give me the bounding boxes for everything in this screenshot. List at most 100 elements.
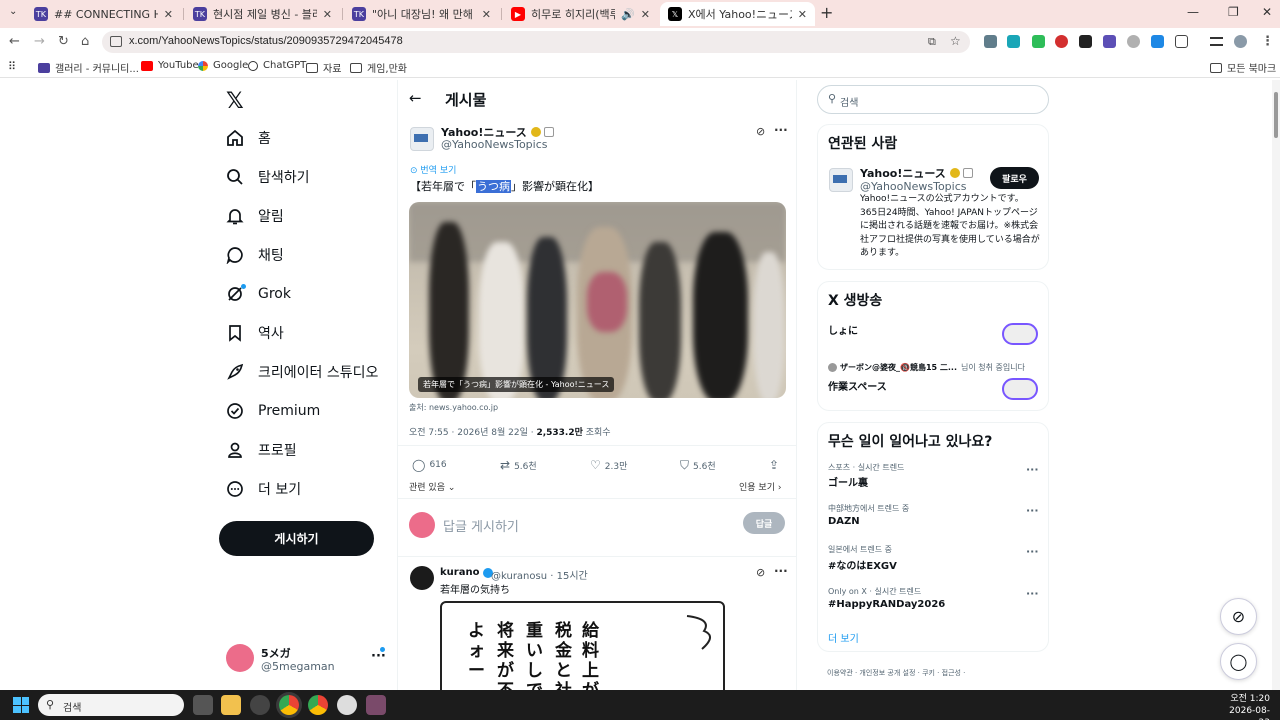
reply-author-handle[interactable]: @kuranosu · 15시간 [491, 567, 588, 582]
nav-item-notifications[interactable]: 알림 [226, 203, 284, 229]
bookmark-folder[interactable]: 게임,만화 [350, 60, 407, 75]
grok-icon[interactable]: ⊘ [756, 566, 765, 579]
tab-search-icon[interactable]: ⌄ [9, 6, 17, 17]
back-icon[interactable]: ← [9, 34, 20, 49]
scrollbar-thumb[interactable] [1274, 92, 1278, 138]
share-button[interactable]: ⇪ [769, 458, 783, 472]
quote-view-link[interactable]: 인용 보기 › [739, 480, 781, 493]
media-control-icon[interactable] [1210, 37, 1223, 46]
manga-image[interactable]: 給料上が 税金と社 重いしで 将来が不 よォー [440, 601, 725, 690]
bookmark-item[interactable]: YouTube [141, 60, 199, 71]
related-dropdown[interactable]: 관련 있음 ⌄ [409, 480, 455, 493]
tab-close-icon[interactable]: ✕ [798, 8, 807, 21]
show-more-link[interactable]: 더 보기 [828, 630, 859, 645]
bookmark-item[interactable]: 갤러리 - 커뮤니티... [38, 60, 139, 75]
nav-item-creator-studio[interactable]: 크리에이터 스튜디오 [226, 359, 378, 385]
reply-button[interactable]: ◯ 616 [412, 458, 447, 472]
nav-item-history[interactable]: 역사 [226, 320, 284, 346]
site-info-icon[interactable] [110, 36, 122, 47]
adblock-icon[interactable] [1055, 35, 1068, 48]
footer-links[interactable]: 이용약관 · 개인정보 공개 설정 · 쿠키 · 접근성 · [827, 668, 965, 678]
tab-close-icon[interactable]: ✕ [482, 8, 491, 21]
avatar[interactable] [410, 127, 434, 151]
bookmark-button[interactable]: ⛉ 5.6천 [680, 458, 716, 473]
tab-close-icon[interactable]: ✕ [164, 8, 173, 21]
home-icon[interactable]: ⌂ [81, 34, 89, 49]
app-icon[interactable] [337, 695, 357, 715]
nav-item-more[interactable]: 더 보기 [226, 476, 301, 502]
live-avatars[interactable] [1002, 323, 1038, 345]
more-dots-icon[interactable]: ··· [1026, 504, 1039, 517]
tab-3[interactable]: TK "아니 대장님! 왜 만해 전력을 ✕ [344, 2, 499, 26]
extension-icon[interactable] [1079, 35, 1092, 48]
more-dots-icon[interactable]: ··· [774, 123, 788, 137]
more-dots-icon[interactable]: ··· [1026, 587, 1039, 600]
nav-item-profile[interactable]: 프로필 [226, 437, 297, 463]
nav-item-home[interactable]: 홈 [226, 125, 271, 151]
taskbar-search[interactable]: ⚲ 검색 [38, 694, 184, 716]
address-bar[interactable]: x.com/YahooNewsTopics/status/20909357294… [102, 31, 970, 53]
scrollbar[interactable] [1272, 80, 1280, 690]
avatar[interactable] [829, 168, 853, 192]
chrome-icon[interactable] [308, 695, 328, 715]
nav-item-chat[interactable]: 채팅 [226, 242, 284, 268]
live-host[interactable]: ザーボン@婆夜_🔞競島15 二... [840, 362, 957, 373]
nav-item-explore[interactable]: 탐색하기 [226, 164, 310, 190]
trend-name[interactable]: ゴール裏 [828, 474, 868, 489]
grok-fab[interactable]: ⊘ [1220, 598, 1257, 635]
trend-name[interactable]: #HappyRANDay2026 [828, 599, 945, 610]
tab-4[interactable]: ▶ 히무로 히지리(백루한남) - 🔊 ✕ [503, 2, 658, 26]
windows-start-icon[interactable] [13, 697, 29, 713]
reload-icon[interactable]: ↻ [58, 34, 69, 49]
more-dots-icon[interactable]: ··· [1026, 463, 1039, 476]
audio-icon[interactable]: 🔊 [621, 8, 635, 21]
related-name[interactable]: Yahoo!ニュース [860, 165, 973, 181]
related-handle[interactable]: @YahooNewsTopics [860, 180, 967, 193]
app-icon[interactable] [366, 695, 386, 715]
chat-fab[interactable]: ◯ [1220, 643, 1257, 680]
install-app-icon[interactable]: ⧉ [928, 35, 936, 49]
author-handle[interactable]: @YahooNewsTopics [441, 138, 548, 151]
reply-tweet[interactable]: kurano @kuranosu · 15시간 ⊘ ··· 若年層の気持ち 給料… [398, 558, 796, 690]
apps-grid-icon[interactable]: ⠿ [8, 60, 16, 73]
like-button[interactable]: ♡ 2.3만 [590, 458, 627, 472]
card-source[interactable]: 출처: news.yahoo.co.jp [409, 402, 498, 413]
trend-name[interactable]: DAZN [828, 516, 860, 527]
app-icon[interactable] [250, 695, 270, 715]
live-space-title[interactable]: しょに [828, 322, 858, 337]
extension-icon[interactable] [1103, 35, 1116, 48]
extension-icon[interactable] [1032, 35, 1045, 48]
follow-button[interactable]: 팔로우 [990, 167, 1039, 189]
bookmark-item[interactable]: ChatGPT [248, 60, 306, 71]
extension-icon[interactable] [1007, 35, 1020, 48]
avatar[interactable] [410, 566, 434, 590]
extension-icon[interactable] [1127, 35, 1140, 48]
all-bookmarks[interactable]: 모든 북마크 [1210, 60, 1276, 75]
window-close-icon[interactable]: ✕ [1262, 5, 1272, 19]
task-view-icon[interactable] [193, 695, 213, 715]
chrome-icon[interactable] [279, 695, 299, 715]
extension-icon[interactable] [984, 35, 997, 48]
tab-5-active[interactable]: 𝕏 X에서 Yahoo!ニュース 님 : "【若年 ✕ [660, 2, 815, 26]
trend-name[interactable]: #なのはEXGV [828, 557, 897, 572]
minimize-icon[interactable]: — [1187, 5, 1199, 19]
account-switcher[interactable]: 5メガ @5megaman ··· [226, 641, 391, 681]
tab-2[interactable]: TK 현시점 제일 병신 - 블리치 마이 ✕ [185, 2, 340, 26]
bookmark-star-icon[interactable]: ☆ [950, 34, 961, 48]
more-dots-icon[interactable]: ··· [774, 564, 788, 578]
puzzle-icon[interactable] [1175, 35, 1188, 48]
forward-icon[interactable]: → [34, 34, 45, 49]
bookmark-item[interactable]: Google [198, 60, 248, 71]
search-input[interactable]: ⚲ 검색 [817, 85, 1049, 114]
file-explorer-icon[interactable] [221, 695, 241, 715]
system-clock[interactable]: 오전 1:20 2026-08-23 [1222, 693, 1270, 720]
restore-icon[interactable]: ❐ [1228, 5, 1239, 19]
x-logo-icon[interactable]: 𝕏 [226, 89, 244, 114]
post-button[interactable]: 게시하기 [219, 521, 374, 556]
live-avatars[interactable] [1002, 378, 1038, 400]
chrome-menu-icon[interactable]: ⋮ [1261, 34, 1274, 49]
reply-submit-button[interactable]: 답글 [743, 512, 785, 534]
reply-input[interactable]: 답글 게시하기 [443, 516, 519, 535]
live-space-title[interactable]: 作業スペース [828, 378, 887, 393]
news-card-image[interactable]: 若年層で「うつ病」影響が顕在化 - Yahoo!ニュース [409, 202, 786, 398]
